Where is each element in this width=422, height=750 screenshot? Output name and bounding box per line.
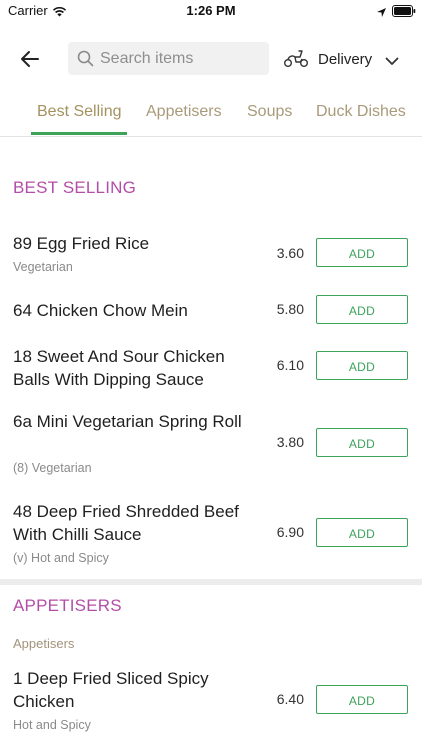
- item-price: 6.10: [276, 357, 304, 373]
- battery-icon: [392, 4, 416, 22]
- add-button[interactable]: ADD: [316, 238, 408, 267]
- add-button[interactable]: ADD: [316, 518, 408, 547]
- item-description: (v) Hot and Spicy: [13, 551, 109, 565]
- active-tab-indicator: [31, 132, 127, 135]
- item-description: Vegetarian: [13, 260, 73, 274]
- section-title-appetisers: APPETISERS: [13, 596, 122, 615]
- add-button[interactable]: ADD: [316, 428, 408, 457]
- search-icon: [77, 50, 94, 72]
- tab-best-selling[interactable]: Best Selling: [37, 103, 122, 121]
- item-price: 3.80: [276, 434, 304, 450]
- category-tabs: Best Selling Appetisers Soups Duck Dishe…: [0, 88, 422, 137]
- search-bar[interactable]: [68, 42, 269, 75]
- item-name: 1 Deep Fried Sliced Spicy Chicken: [13, 669, 209, 711]
- item-name: 6a Mini Vegetarian Spring Roll: [13, 412, 242, 431]
- location-arrow-icon: [376, 5, 387, 23]
- tab-appetisers[interactable]: Appetisers: [146, 103, 222, 121]
- item-name: 64 Chicken Chow Mein: [13, 301, 188, 320]
- item-description: Hot and Spicy: [13, 718, 91, 732]
- scooter-icon: [283, 48, 309, 73]
- back-arrow-icon: [21, 51, 39, 67]
- add-button[interactable]: ADD: [316, 351, 408, 380]
- add-button[interactable]: ADD: [316, 685, 408, 714]
- item-description: (8) Vegetarian: [13, 461, 92, 475]
- item-price: 6.90: [276, 524, 304, 540]
- delivery-label: Delivery: [318, 51, 373, 68]
- item-price: 6.40: [276, 691, 304, 707]
- item-price: 5.80: [276, 301, 304, 317]
- status-bar: Carrier 1:26 PM: [0, 0, 422, 22]
- clock: 1:26 PM: [186, 3, 236, 18]
- tab-duck-dishes[interactable]: Duck Dishes: [316, 103, 406, 121]
- chevron-down-icon: [385, 53, 399, 71]
- item-name: 18 Sweet And Sour Chicken Balls With Dip…: [13, 347, 225, 389]
- search-input[interactable]: [100, 42, 260, 75]
- item-name: 89 Egg Fried Rice: [13, 234, 150, 253]
- section-divider: [0, 579, 422, 585]
- tab-soups[interactable]: Soups: [247, 103, 292, 121]
- section-title-best-selling: BEST SELLING: [13, 178, 137, 197]
- item-price: 3.60: [276, 245, 304, 261]
- back-button[interactable]: [18, 47, 42, 71]
- delivery-selector[interactable]: Delivery: [283, 42, 407, 75]
- item-name: 48 Deep Fried Shredded Beef With Chilli …: [13, 502, 239, 544]
- section-subtitle: Appetisers: [13, 636, 75, 651]
- add-button[interactable]: ADD: [316, 295, 408, 324]
